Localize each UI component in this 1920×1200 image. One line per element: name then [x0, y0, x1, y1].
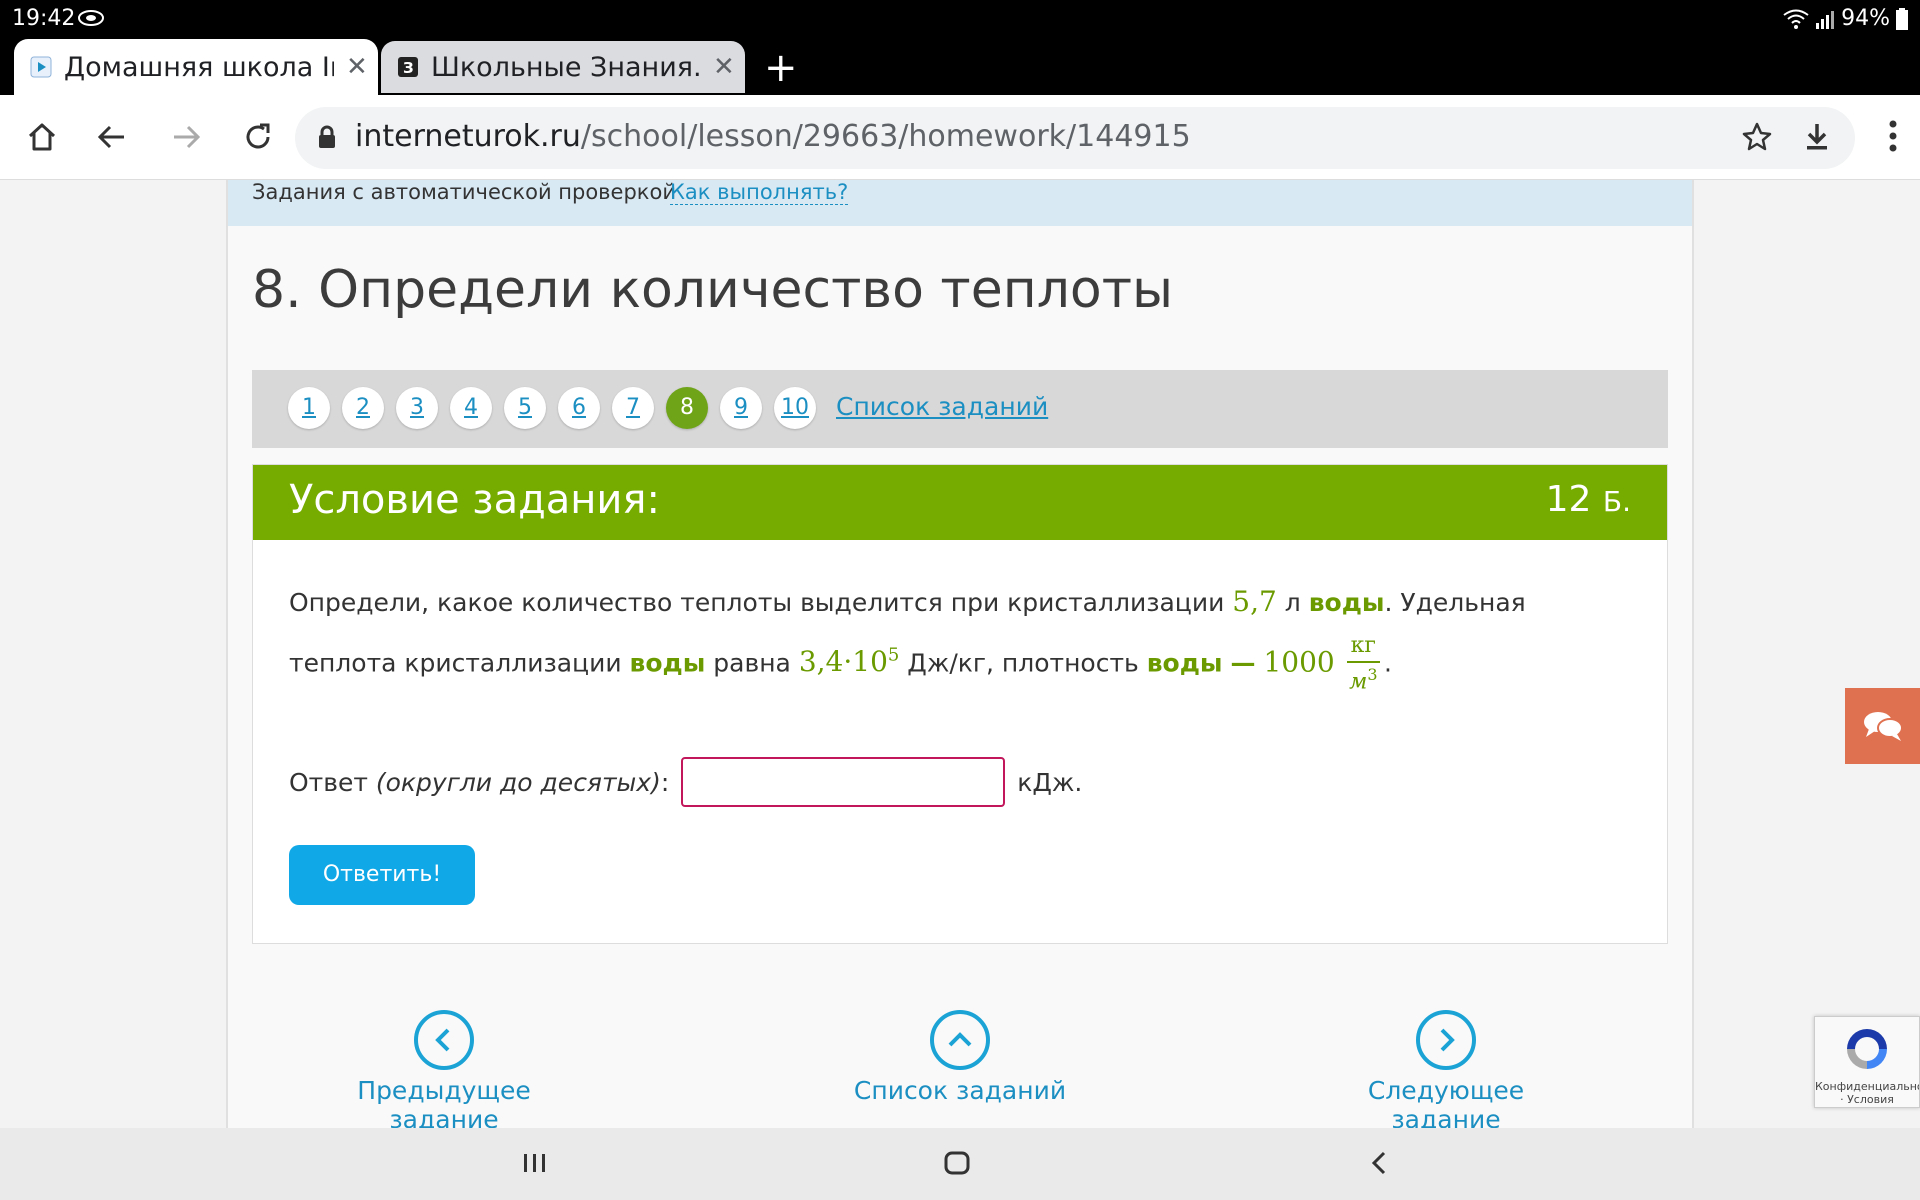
- task-panel: Условие задания: 12 Б. Определи, какое к…: [252, 464, 1668, 944]
- back-button[interactable]: [92, 117, 132, 157]
- prev-task-link[interactable]: Предыдущее задание: [324, 1010, 564, 1128]
- page-link-4[interactable]: 4: [450, 387, 492, 429]
- task-pager: 1 2 3 4 5 6 7 8 9 10 Список заданий: [252, 370, 1668, 448]
- answer-input[interactable]: [681, 757, 1006, 807]
- lock-icon: [319, 125, 335, 148]
- how-to-link[interactable]: Как выполнять?: [670, 180, 849, 205]
- answer-label: Ответ: [289, 767, 368, 797]
- android-navigation-bar: [0, 1128, 1920, 1200]
- chevron-left-icon: [435, 1028, 450, 1052]
- submit-answer-button[interactable]: Ответить!: [289, 845, 475, 905]
- browser-toolbar: interneturok.ru/school/lesson/29663/home…: [0, 95, 1920, 180]
- chat-button[interactable]: [1845, 688, 1920, 764]
- problem-text: Определи, какое количество теплоты выдел…: [289, 585, 1526, 695]
- url-text: interneturok.ru/school/lesson/29663/home…: [355, 119, 1191, 154]
- page-link-9[interactable]: 9: [720, 387, 762, 429]
- density-value: 1000: [1263, 645, 1335, 679]
- close-tab-icon[interactable]: ✕: [346, 52, 368, 82]
- page-title: 8. Определи количество теплоты: [252, 260, 1174, 320]
- recaptcha-badge[interactable]: Конфиденциальность · Условия: [1814, 1016, 1920, 1108]
- interneturok-favicon-icon: [30, 56, 52, 78]
- density-unit-fraction: кг м3: [1346, 635, 1380, 693]
- task-points: 12 Б.: [1545, 479, 1631, 520]
- arrow-left-icon: [97, 125, 124, 149]
- task-list-link[interactable]: Список заданий: [836, 392, 1048, 421]
- recaptcha-logo-icon: [1847, 1029, 1887, 1069]
- more-menu-icon[interactable]: [1888, 119, 1898, 153]
- volume-value: 5,7: [1232, 585, 1277, 618]
- page-viewport: Задания с автоматической проверкой Как в…: [0, 180, 1920, 1128]
- znania-favicon-icon: З: [398, 57, 418, 77]
- battery-icon: [1896, 7, 1908, 30]
- forward-button[interactable]: [166, 117, 206, 157]
- page-link-3[interactable]: 3: [396, 387, 438, 429]
- bookmark-star-icon[interactable]: [1741, 121, 1773, 153]
- page-link-10[interactable]: 10: [774, 387, 816, 429]
- chevron-right-icon: [1440, 1028, 1455, 1052]
- task-list-bottom-link[interactable]: Список заданий: [840, 1010, 1080, 1105]
- home-icon: [28, 123, 56, 151]
- arrow-right-icon: [174, 125, 201, 149]
- answer-row: Ответ (округли до десятых): кДж.: [289, 757, 1082, 807]
- page-link-1[interactable]: 1: [288, 387, 330, 429]
- substance-term: воды: [629, 648, 706, 678]
- substance-term: воды: [1308, 588, 1385, 617]
- home-button[interactable]: [22, 117, 62, 157]
- tab-znania[interactable]: З Школьные Знания.co ✕: [381, 41, 745, 93]
- browser-tab-strip: Домашняя школа Int ✕ З Школьные Знания.c…: [0, 39, 1920, 95]
- tab-interneturok[interactable]: Домашняя школа Int ✕: [14, 39, 378, 95]
- clock: 19:42: [12, 6, 76, 31]
- page-link-7[interactable]: 7: [612, 387, 654, 429]
- next-task-link[interactable]: Следующее задание: [1316, 1010, 1576, 1128]
- new-tab-button[interactable]: +: [764, 45, 798, 91]
- answer-hint: (округли до десятых): [375, 767, 661, 797]
- reload-button[interactable]: [238, 117, 278, 157]
- task-navigation: Предыдущее задание Список заданий Следую…: [228, 1010, 1692, 1128]
- battery-percent: 94%: [1841, 6, 1890, 31]
- close-tab-icon[interactable]: ✕: [713, 52, 735, 82]
- substance-term: воды: [1146, 648, 1223, 678]
- chevron-up-icon: [948, 1032, 972, 1047]
- wifi-icon: [1783, 9, 1809, 29]
- page-link-5[interactable]: 5: [504, 387, 546, 429]
- svg-text:З: З: [403, 59, 414, 77]
- task-header-title: Условие задания:: [289, 477, 660, 523]
- chat-bubbles-icon: [1863, 712, 1903, 741]
- auto-check-notice: Задания с автоматической проверкой Как в…: [228, 180, 1692, 226]
- page-link-2[interactable]: 2: [342, 387, 384, 429]
- task-header: Условие задания: 12 Б.: [253, 465, 1667, 540]
- home-nav-icon[interactable]: [942, 1148, 972, 1178]
- tab-label: Домашняя школа Int: [64, 51, 334, 83]
- page-link-6[interactable]: 6: [558, 387, 600, 429]
- answer-unit: кДж.: [1017, 767, 1083, 797]
- address-bar[interactable]: interneturok.ru/school/lesson/29663/home…: [295, 107, 1855, 169]
- homework-card: Задания с автоматической проверкой Как в…: [226, 180, 1694, 1128]
- signal-icon: [1816, 10, 1835, 29]
- system-status-bar: 19:42 94%: [0, 0, 1920, 39]
- notification-icon: [78, 10, 104, 26]
- page-link-8-current[interactable]: 8: [666, 387, 708, 429]
- recent-apps-icon[interactable]: [522, 1148, 548, 1178]
- specific-heat-value: 3,4·105: [798, 645, 900, 679]
- download-icon[interactable]: [1801, 121, 1833, 153]
- reload-icon: [246, 123, 270, 149]
- tab-label: Школьные Знания.co: [431, 51, 701, 83]
- back-nav-icon[interactable]: [1368, 1148, 1392, 1178]
